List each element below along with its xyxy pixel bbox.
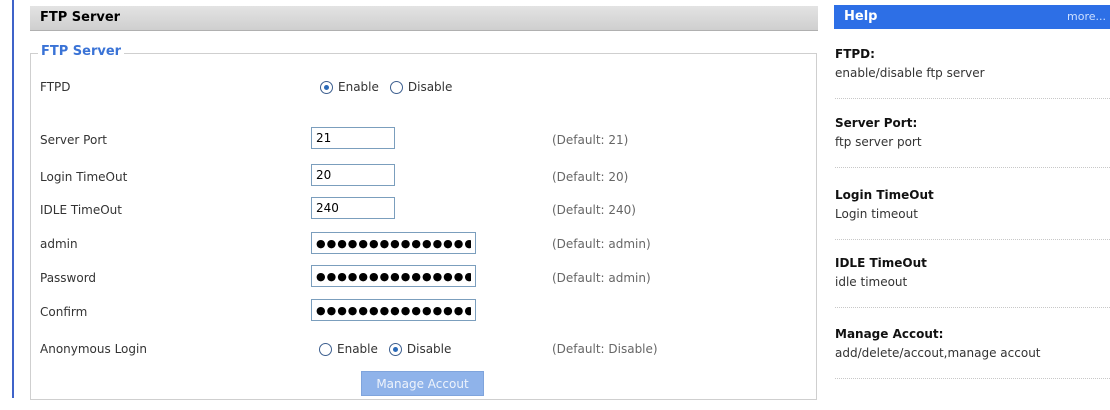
help-divider (835, 98, 1110, 99)
password-label: Password (40, 271, 97, 285)
anonymous-login-default: (Default: Disable) (552, 342, 658, 356)
fieldset-legend: FTP Server (38, 44, 125, 59)
help-item-heading: IDLE TimeOut (835, 256, 927, 270)
help-item-heading: FTPD: (835, 47, 875, 61)
admin-default: (Default: admin) (552, 237, 651, 251)
ftpd-label: FTPD (40, 80, 71, 94)
help-divider (835, 378, 1110, 379)
ftpd-enable-radio[interactable] (320, 80, 333, 94)
help-title: Help (844, 9, 878, 24)
help-divider (835, 167, 1110, 168)
anonymous-enable-label[interactable]: Enable (337, 342, 378, 356)
login-timeout-default: (Default: 20) (552, 170, 629, 184)
admin-label: admin (40, 237, 78, 251)
help-more-link[interactable]: more... (1067, 10, 1106, 23)
help-divider (835, 307, 1110, 308)
help-item-idle-timeout: IDLE TimeOut idle timeout (835, 256, 1110, 289)
anonymous-radio-group: Enable Disable (319, 342, 462, 356)
confirm-input[interactable] (311, 299, 476, 321)
ftpd-disable-label[interactable]: Disable (408, 80, 453, 94)
server-port-default: (Default: 21) (552, 133, 629, 147)
password-default: (Default: admin) (552, 271, 651, 285)
help-item-manage-account: Manage Accout: add/delete/accout,manage … (835, 327, 1110, 360)
idle-timeout-default: (Default: 240) (552, 203, 636, 217)
confirm-label: Confirm (40, 305, 88, 319)
help-item-heading: Login TimeOut (835, 188, 934, 202)
anonymous-disable-label[interactable]: Disable (407, 342, 452, 356)
help-header: Help more... (834, 5, 1110, 29)
help-item-desc: ftp server port (835, 135, 922, 149)
ftpd-enable-label[interactable]: Enable (338, 80, 379, 94)
anonymous-login-label: Anonymous Login (40, 342, 147, 356)
help-item-ftpd: FTPD: enable/disable ftp server (835, 47, 1110, 80)
server-port-label: Server Port (40, 133, 107, 147)
idle-timeout-label: IDLE TimeOut (40, 203, 122, 217)
help-item-heading: Server Port: (835, 116, 918, 130)
password-input[interactable] (311, 265, 476, 287)
help-item-desc: enable/disable ftp server (835, 66, 985, 80)
help-item-desc: idle timeout (835, 275, 908, 289)
manage-account-button[interactable]: Manage Accout (361, 371, 484, 396)
anonymous-disable-radio[interactable] (388, 342, 402, 356)
help-item-desc: add/delete/accout,manage accout (835, 346, 1041, 360)
section-title: FTP Server (40, 10, 121, 25)
anonymous-enable-radio[interactable] (319, 342, 332, 356)
login-timeout-input[interactable] (311, 164, 395, 186)
help-item-desc: Login timeout (835, 207, 918, 221)
help-item-heading: Manage Accout: (835, 327, 944, 341)
ftpd-radio-group: Enable Disable (320, 80, 463, 94)
login-timeout-label: Login TimeOut (40, 170, 128, 184)
ftpd-disable-radio[interactable] (389, 80, 403, 94)
help-divider (835, 239, 1110, 240)
server-port-input[interactable] (311, 127, 395, 149)
left-border-rule (12, 0, 14, 398)
admin-input[interactable] (311, 232, 476, 254)
help-item-login-timeout: Login TimeOut Login timeout (835, 188, 1110, 221)
section-header: FTP Server (30, 6, 818, 31)
idle-timeout-input[interactable] (311, 197, 395, 219)
help-item-server-port: Server Port: ftp server port (835, 116, 1110, 149)
